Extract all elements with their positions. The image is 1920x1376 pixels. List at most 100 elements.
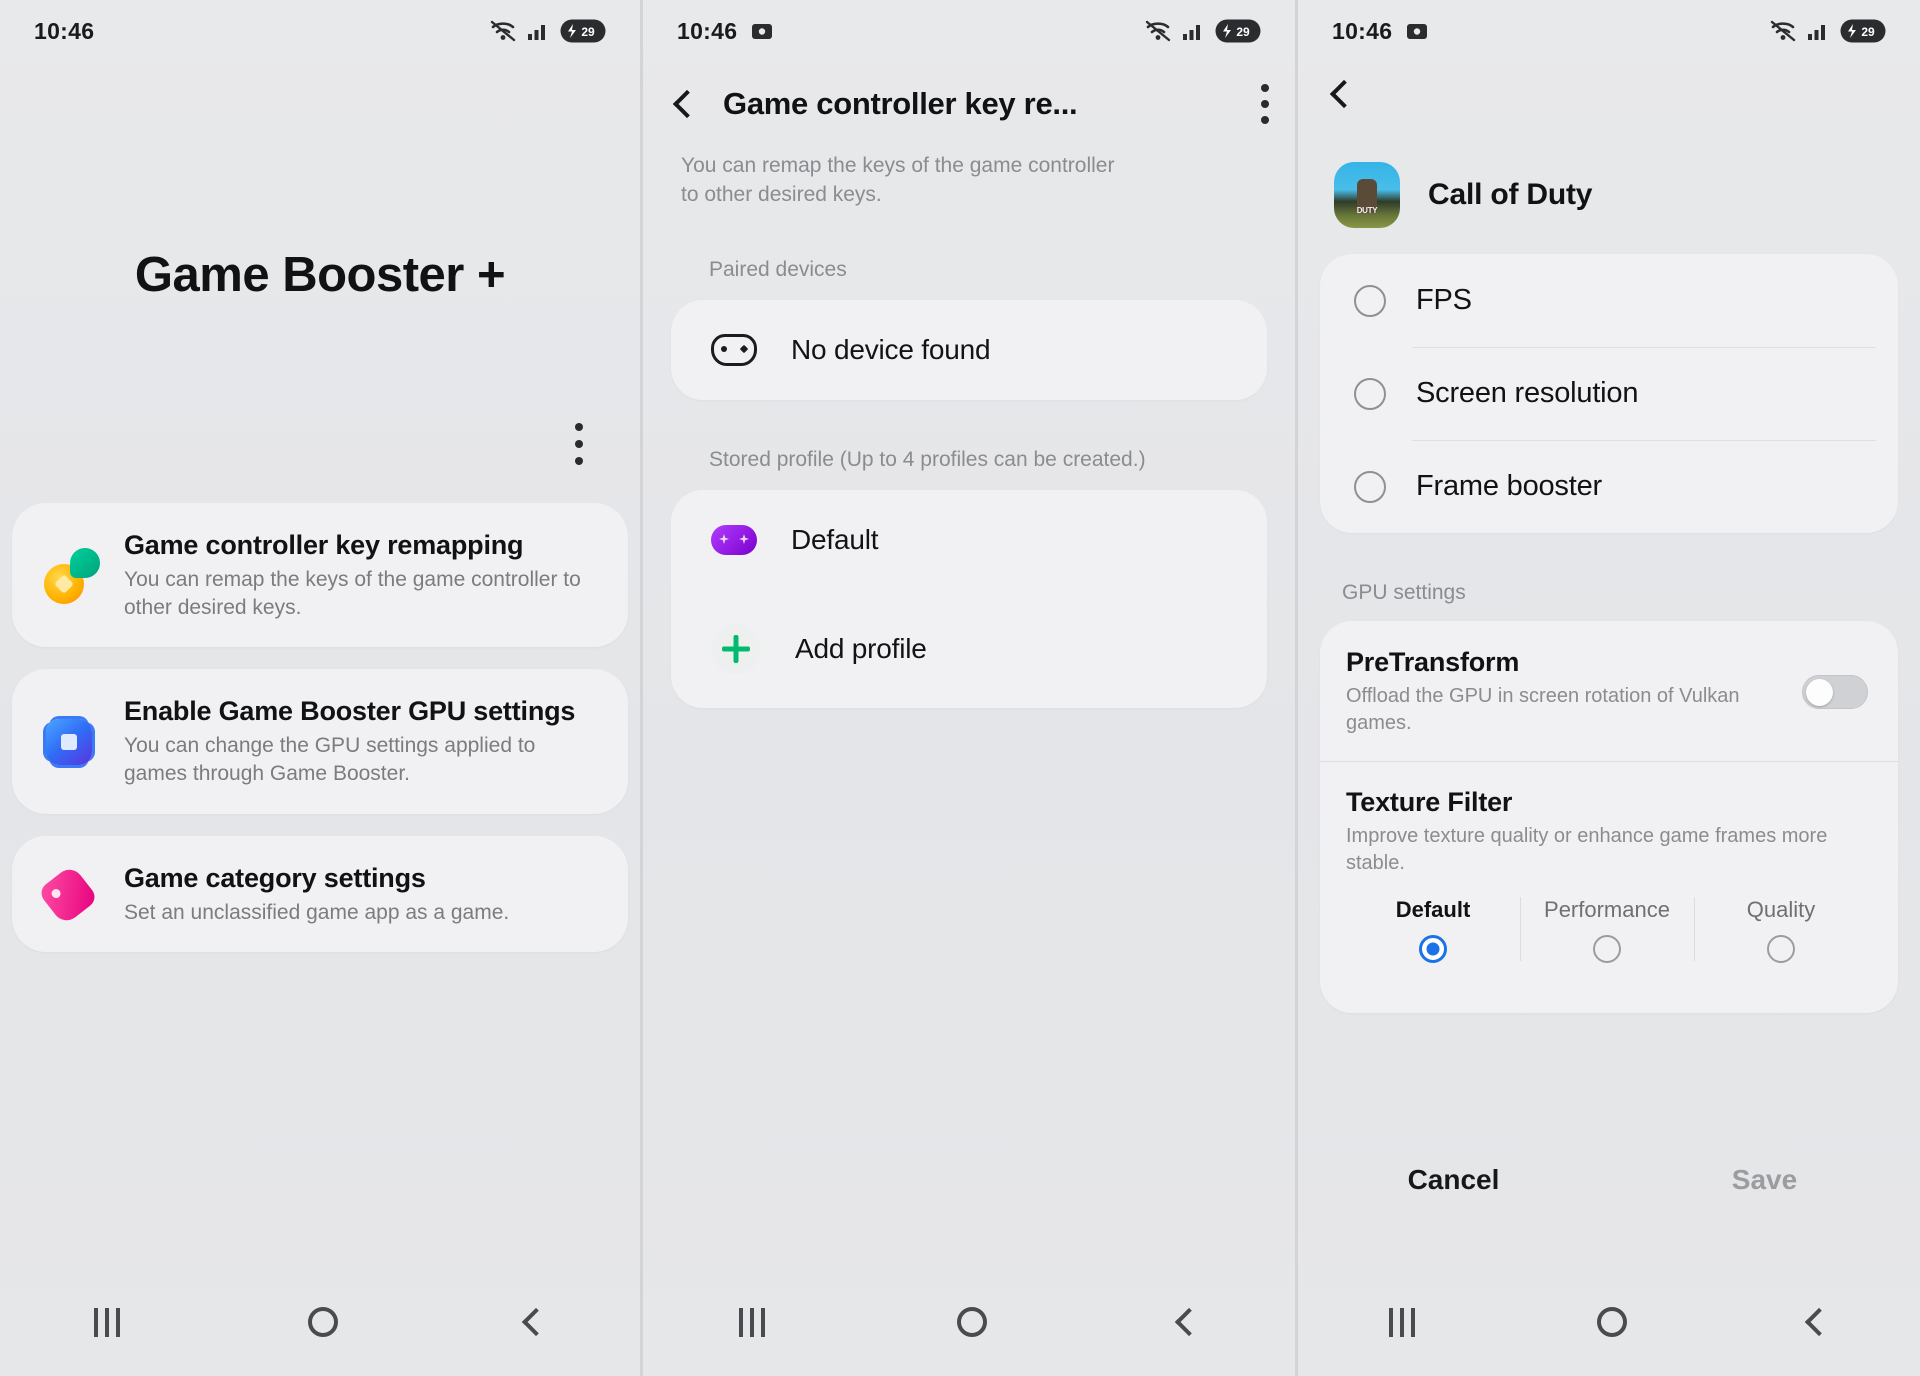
list-item-no-device[interactable]: No device found: [671, 300, 1267, 400]
texture-filter-option-quality[interactable]: Quality: [1694, 891, 1868, 967]
gpu-item-subtitle: Offload the GPU in screen rotation of Vu…: [1346, 685, 1740, 734]
back-icon[interactable]: [1804, 1307, 1834, 1337]
radio-button[interactable]: [1354, 470, 1386, 503]
wifi-icon: [1145, 20, 1171, 42]
svg-text:29: 29: [1236, 25, 1250, 39]
screen-key-remapping: 10:46 29 Game controller key re... You c…: [640, 0, 1295, 1376]
status-bar: 10:46 29: [643, 0, 1295, 62]
back-icon[interactable]: [521, 1307, 551, 1337]
home-icon[interactable]: [957, 1307, 987, 1337]
pretransform-toggle[interactable]: [1802, 675, 1868, 709]
card-title: Game category settings: [124, 862, 426, 893]
home-icon[interactable]: [308, 1307, 338, 1337]
paired-devices-card: No device found: [671, 299, 1267, 400]
card-enable-gpu-settings[interactable]: Enable Game Booster GPU settings You can…: [12, 669, 628, 814]
list-item-default-profile[interactable]: Default: [671, 490, 1267, 590]
wifi-icon: [1770, 20, 1796, 42]
card-subtitle: You can remap the keys of the game contr…: [124, 567, 581, 619]
recents-icon[interactable]: [1389, 1307, 1415, 1337]
list-item-label: Default: [791, 523, 879, 555]
category-tag-icon: [37, 864, 100, 926]
system-navigation-bar: [643, 1268, 1295, 1376]
signal-icon: [1808, 25, 1825, 40]
settings-card-list: Game controller key remapping You can re…: [0, 503, 640, 953]
gpu-settings-section-label: GPU settings: [1342, 581, 1466, 604]
dialog-actions: Cancel Save: [1298, 1164, 1920, 1196]
texture-filter-option-default[interactable]: Default: [1346, 891, 1520, 967]
list-item-label: Add profile: [795, 632, 927, 664]
gamepad-purple-icon: [711, 524, 757, 555]
option-label: Screen resolution: [1416, 377, 1639, 409]
panel1-overflow-menu-button[interactable]: [0, 423, 640, 465]
status-time: 10:46: [34, 17, 95, 44]
cancel-button[interactable]: Cancel: [1298, 1164, 1609, 1196]
screen-game-booster-home: 10:46 29 Game Booster + Game controller …: [0, 0, 640, 1376]
gpu-settings-card: PreTransform Offload the GPU in screen r…: [1320, 621, 1898, 1013]
stored-profile-section-label: Stored profile (Up to 4 profiles can be …: [709, 447, 1146, 471]
back-icon[interactable]: [1174, 1307, 1204, 1337]
page-title: Game Booster +: [134, 248, 506, 302]
radio-button[interactable]: [1419, 935, 1447, 963]
remap-keys-icon: [42, 546, 100, 605]
svg-text:29: 29: [1861, 25, 1875, 39]
app-icon-wordmark: DUTY: [1356, 206, 1378, 215]
option-screen-resolution[interactable]: Screen resolution: [1320, 347, 1898, 440]
page-title: Game controller key re...: [723, 86, 1078, 121]
back-arrow-icon[interactable]: [672, 89, 702, 119]
app-name: Call of Duty: [1428, 178, 1593, 211]
system-navigation-bar: [0, 1268, 640, 1376]
gpu-chip-icon: [42, 713, 100, 771]
app-bar: [1298, 62, 1920, 109]
card-title: Enable Game Booster GPU settings: [124, 696, 576, 727]
texture-filter-option-performance[interactable]: Performance: [1520, 891, 1694, 967]
list-item-label: No device found: [791, 333, 991, 365]
status-bar: 10:46 29: [0, 0, 640, 62]
signal-icon: [528, 25, 545, 40]
radio-button[interactable]: [1767, 935, 1795, 963]
gamepad-icon: [711, 333, 757, 366]
gpu-item-title: Texture Filter: [1346, 787, 1513, 817]
system-navigation-bar: [1298, 1268, 1920, 1376]
signal-icon: [1183, 25, 1200, 40]
app-bar: Game controller key re...: [643, 62, 1295, 124]
status-time: 10:46: [677, 17, 738, 44]
radio-button[interactable]: [1354, 284, 1386, 317]
card-title: Game controller key remapping: [124, 530, 524, 560]
card-game-controller-key-remapping[interactable]: Game controller key remapping You can re…: [12, 503, 628, 648]
svg-text:29: 29: [581, 25, 595, 39]
battery-icon: 29: [1215, 19, 1261, 43]
overlay-options-card: FPS Screen resolution Frame booster: [1320, 254, 1898, 533]
kebab-menu-icon[interactable]: [1261, 84, 1269, 124]
option-label: Performance: [1544, 897, 1670, 922]
option-label: Frame booster: [1416, 470, 1602, 502]
radio-button[interactable]: [1354, 377, 1386, 410]
wifi-icon: [490, 20, 516, 42]
page-description: You can remap the keys of the game contr…: [681, 154, 1115, 206]
paired-devices-section-label: Paired devices: [709, 257, 847, 281]
kebab-menu-icon[interactable]: [575, 423, 584, 465]
status-bar: 10:46 29: [1298, 0, 1920, 62]
option-label: FPS: [1416, 284, 1472, 316]
card-subtitle: Set an unclassified game app as a game.: [124, 900, 510, 924]
screen-game-gpu-settings: 10:46 29 DUTY Call of Duty FPS Screen re…: [1295, 0, 1920, 1376]
save-button[interactable]: Save: [1609, 1164, 1920, 1196]
recents-icon[interactable]: [739, 1307, 765, 1337]
stored-profile-card: Default Add profile: [671, 489, 1267, 708]
option-fps[interactable]: FPS: [1320, 254, 1898, 347]
battery-icon: 29: [560, 19, 606, 43]
gpu-item-title: PreTransform: [1346, 647, 1520, 677]
recents-icon[interactable]: [94, 1307, 120, 1337]
app-header: DUTY Call of Duty: [1298, 104, 1920, 228]
list-item-add-profile[interactable]: Add profile: [671, 590, 1267, 708]
card-game-category-settings[interactable]: Game category settings Set an unclassifi…: [12, 835, 628, 953]
gpu-item-texture-filter: Texture Filter Improve texture quality o…: [1320, 761, 1898, 991]
option-frame-booster[interactable]: Frame booster: [1320, 440, 1898, 533]
texture-filter-options: Default Performance Quality: [1346, 891, 1868, 967]
battery-icon: 29: [1840, 19, 1886, 43]
radio-button[interactable]: [1593, 935, 1621, 963]
call-of-duty-app-icon: DUTY: [1334, 162, 1400, 228]
home-icon[interactable]: [1597, 1307, 1627, 1337]
gpu-item-subtitle: Improve texture quality or enhance game …: [1346, 825, 1828, 874]
option-label: Default: [1395, 897, 1471, 922]
gpu-item-pretransform: PreTransform Offload the GPU in screen r…: [1320, 621, 1898, 761]
